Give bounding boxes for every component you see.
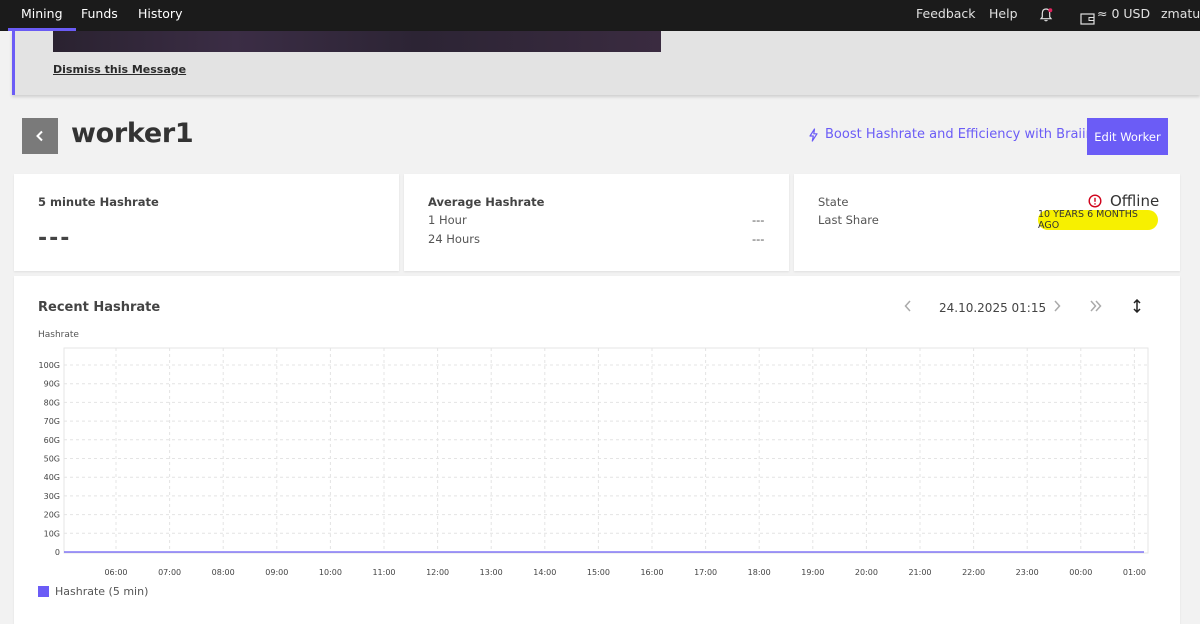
average-hashrate-title: Average Hashrate [428, 195, 545, 209]
chevron-right-icon[interactable] [1052, 299, 1062, 317]
last-share-label: Last Share [818, 213, 879, 227]
x-tick-label: 07:00 [158, 568, 181, 577]
average-24h-value: --- [752, 232, 765, 246]
wallet-icon[interactable] [1080, 7, 1095, 25]
last-share-value: 10 YEARS 6 MONTHS AGO [1038, 209, 1158, 231]
x-tick-label: 11:00 [372, 568, 395, 577]
x-tick-label: 01:00 [1123, 568, 1146, 577]
page-title: worker1 [71, 118, 194, 149]
expand-vertical-icon[interactable] [1132, 298, 1142, 317]
y-tick-label: 100G [39, 361, 60, 370]
x-tick-label: 19:00 [801, 568, 824, 577]
x-tick-label: 16:00 [640, 568, 663, 577]
hashrate-5min-title: 5 minute Hashrate [38, 195, 159, 209]
y-tick-label: 80G [44, 398, 60, 407]
state-value: Offline [1110, 192, 1160, 210]
nav-history[interactable]: History [138, 0, 182, 31]
x-tick-label: 15:00 [587, 568, 610, 577]
user-menu[interactable]: zmatus [1161, 0, 1200, 31]
bell-icon[interactable] [1038, 5, 1054, 23]
y-tick-label: 0 [55, 548, 60, 557]
hashrate-5min-value: --- [38, 226, 72, 251]
banner-image [53, 31, 661, 52]
average-1h-label: 1 Hour [428, 213, 467, 227]
boost-link-label: Boost Hashrate and Efficiency with Braii… [825, 127, 1124, 142]
y-axis-title: Hashrate [38, 330, 79, 340]
x-tick-label: 13:00 [480, 568, 503, 577]
x-tick-label: 23:00 [1016, 568, 1039, 577]
boost-link[interactable]: Boost Hashrate and Efficiency with Braii… [808, 127, 1123, 142]
legend-swatch [38, 586, 49, 597]
average-hashrate-card: Average Hashrate 1 Hour --- 24 Hours --- [404, 174, 789, 271]
x-tick-label: 12:00 [426, 568, 449, 577]
x-tick-label: 09:00 [265, 568, 288, 577]
hashrate-chart: Hashrate 0 10G 20G 30G 40G 50G 60G 70G 80G 90G 100… [38, 330, 1149, 577]
nav-funds[interactable]: Funds [81, 0, 118, 31]
back-button[interactable] [22, 118, 58, 154]
state-label: State [818, 195, 849, 209]
double-chevron-right-icon[interactable] [1089, 299, 1103, 317]
message-banner: Dismiss this Message [12, 31, 1200, 95]
y-tick-label: 20G [44, 511, 60, 520]
lightning-icon [809, 127, 818, 142]
nav-mining[interactable]: Mining [8, 0, 75, 31]
x-tick-label: 14:00 [533, 568, 556, 577]
average-1h-value: --- [752, 213, 765, 227]
nav-help[interactable]: Help [989, 0, 1018, 31]
chart-date[interactable]: 24.10.2025 01:15 [939, 301, 1046, 315]
hashrate-5min-card: 5 minute Hashrate --- [14, 174, 399, 271]
chevron-left-icon[interactable] [903, 299, 913, 317]
nav-feedback[interactable]: Feedback [916, 0, 976, 31]
chart-legend[interactable]: Hashrate (5 min) [38, 585, 148, 598]
wallet-balance[interactable]: ≈ 0 USD [1097, 0, 1150, 31]
x-tick-label: 21:00 [908, 568, 931, 577]
plot-area [63, 347, 1149, 554]
y-tick-label: 60G [44, 436, 60, 445]
x-tick-label: 06:00 [104, 568, 127, 577]
y-tick-label: 30G [44, 492, 60, 501]
chart-title: Recent Hashrate [38, 300, 161, 315]
dismiss-message-link[interactable]: Dismiss this Message [53, 63, 186, 76]
x-tick-label: 17:00 [694, 568, 717, 577]
y-tick-label: 10G [44, 529, 60, 538]
top-nav: Mining Funds History Feedback Help ≈ 0 U… [0, 0, 1200, 31]
x-tick-label: 00:00 [1069, 568, 1092, 577]
chevron-left-icon [36, 130, 43, 142]
x-tick-label: 18:00 [748, 568, 771, 577]
x-tick-label: 22:00 [962, 568, 985, 577]
x-tick-label: 08:00 [212, 568, 235, 577]
legend-label: Hashrate (5 min) [55, 585, 149, 598]
y-tick-label: 40G [44, 473, 60, 482]
y-tick-label: 70G [44, 417, 60, 426]
x-tick-label: 10:00 [319, 568, 342, 577]
x-tick-label: 20:00 [855, 568, 878, 577]
y-tick-label: 90G [44, 380, 60, 389]
edit-worker-button[interactable]: Edit Worker [1087, 118, 1168, 155]
average-24h-label: 24 Hours [428, 232, 480, 246]
y-tick-label: 50G [44, 455, 60, 464]
